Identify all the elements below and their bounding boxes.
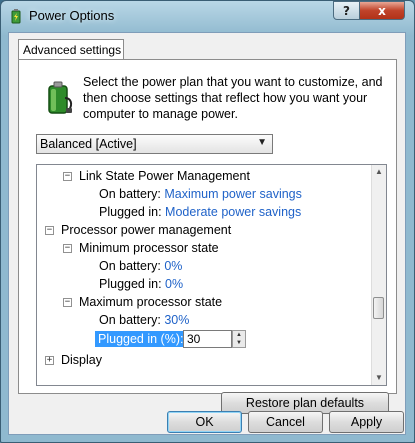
- apply-button[interactable]: Apply: [329, 411, 404, 433]
- link-state-plugged-value[interactable]: Moderate power savings: [165, 205, 301, 219]
- link-state-label: Link State Power Management: [79, 169, 250, 183]
- instructions-text: Select the power plan that you want to c…: [83, 75, 383, 121]
- power-plan-value: Balanced [Active]: [40, 137, 137, 151]
- power-plan-dropdown[interactable]: Balanced [Active] ▼: [36, 134, 273, 154]
- close-button[interactable]: x: [359, 1, 405, 20]
- power-options-window: Power Options ? x Advanced settings Sele…: [0, 0, 415, 443]
- link-state-battery-value[interactable]: Maximum power savings: [164, 187, 302, 201]
- on-battery-label: On battery:: [99, 313, 161, 327]
- spin-down-icon[interactable]: ▼: [233, 339, 245, 347]
- plugged-in-label: Plugged in:: [99, 205, 162, 219]
- max-state-battery-value[interactable]: 30%: [164, 313, 189, 327]
- max-state-label: Maximum processor state: [79, 295, 223, 309]
- collapse-icon[interactable]: −: [45, 226, 54, 235]
- setting-row: On battery: Maximum power savings: [99, 187, 302, 204]
- setting-row: Plugged in: Moderate power savings: [99, 205, 301, 222]
- plugged-in-label: Plugged in:: [99, 277, 162, 291]
- settings-tree[interactable]: − Link State Power Management On battery…: [36, 164, 387, 386]
- tab-advanced-settings[interactable]: Advanced settings: [18, 39, 124, 60]
- help-button[interactable]: ?: [333, 1, 360, 20]
- scroll-thumb[interactable]: [373, 297, 384, 319]
- scroll-up-icon[interactable]: ▲: [372, 165, 386, 179]
- battery-icon: [48, 81, 73, 114]
- min-state-label: Minimum processor state: [79, 241, 219, 255]
- ok-button[interactable]: OK: [167, 411, 242, 433]
- expand-icon[interactable]: +: [45, 356, 54, 365]
- percent-spinner[interactable]: ▲ ▼: [232, 330, 246, 348]
- scroll-down-icon[interactable]: ▼: [372, 371, 386, 385]
- max-state-plugged-input[interactable]: 30: [183, 330, 232, 348]
- collapse-icon[interactable]: −: [63, 244, 72, 253]
- collapse-icon[interactable]: −: [63, 298, 72, 307]
- title-bar[interactable]: Power Options ? x: [1, 1, 414, 31]
- collapse-icon[interactable]: −: [63, 172, 72, 181]
- setting-row-selected: Plugged in (%): 30 ▲ ▼: [95, 330, 325, 350]
- min-state-plugged-value[interactable]: 0%: [165, 277, 183, 291]
- power-options-icon: [11, 9, 21, 24]
- advanced-settings-page: Select the power plan that you want to c…: [18, 59, 397, 414]
- display-label: Display: [61, 353, 102, 367]
- spin-up-icon[interactable]: ▲: [233, 331, 245, 339]
- chevron-down-icon: ▼: [257, 137, 267, 148]
- plugged-in-percent-label: Plugged in (%):: [95, 331, 187, 347]
- processor-label: Processor power management: [61, 223, 232, 237]
- tree-scrollbar[interactable]: ▲ ▼: [371, 165, 386, 385]
- window-title: Power Options: [29, 8, 115, 23]
- dialog-client-area: Advanced settings Select the power plan …: [8, 32, 406, 435]
- setting-row: On battery: 30%: [99, 313, 189, 330]
- cancel-button[interactable]: Cancel: [248, 411, 323, 433]
- on-battery-label: On battery:: [99, 187, 161, 201]
- setting-row: On battery: 0%: [99, 259, 182, 276]
- on-battery-label: On battery:: [99, 259, 161, 273]
- setting-row: Plugged in: 0%: [99, 277, 183, 294]
- min-state-battery-value[interactable]: 0%: [164, 259, 182, 273]
